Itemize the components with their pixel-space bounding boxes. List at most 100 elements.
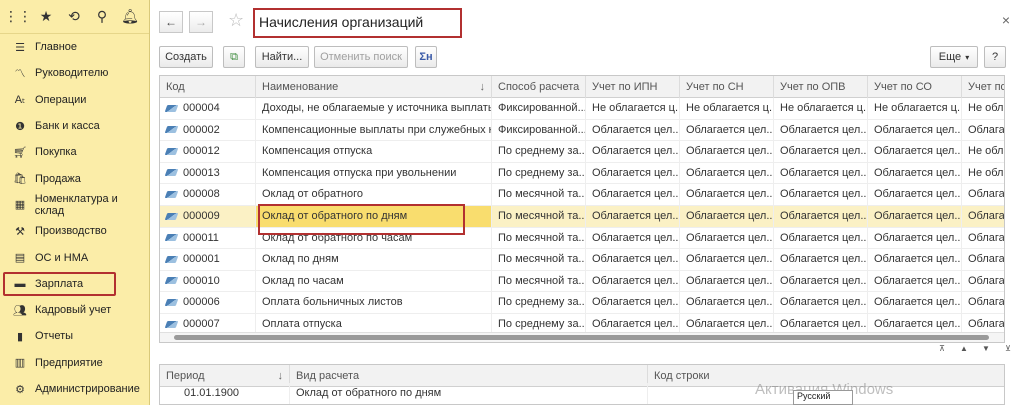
sidebar-top-icons: ⋮⋮ ★ ⟲ ⚲ 🔔︎ <box>0 0 149 34</box>
table-cell: По среднему за... <box>492 292 586 314</box>
close-icon[interactable]: × <box>1002 12 1010 28</box>
table-cell: Облагается цел... <box>774 119 868 141</box>
table-cell: Не облагается ц... <box>868 98 962 119</box>
sidebar-item[interactable]: ▮ Отчеты <box>0 323 149 349</box>
code-value: 000007 <box>183 318 220 330</box>
column-header[interactable]: Учет по СО <box>868 76 962 98</box>
sidebar-item-label: Номенклатура и склад <box>34 192 118 217</box>
sidebar-item[interactable]: ▥ Предприятие <box>0 350 149 376</box>
code-value: 000010 <box>183 274 220 287</box>
table-cell: Облагае <box>962 292 1004 313</box>
favorite-star-icon[interactable]: ☆ <box>228 10 244 31</box>
table-cell: 000001 <box>160 249 256 271</box>
sidebar-item[interactable]: 🛒︎ Покупка <box>0 139 149 165</box>
sidebar-item[interactable]: ▦ Номенклатура и склад <box>0 192 149 218</box>
table-row[interactable]: 000012 Компенсация отпуска По среднему за.… <box>160 141 1004 163</box>
table-cell: Оклад по часам <box>256 270 492 292</box>
history-icon[interactable]: ⟲ <box>60 3 88 31</box>
table-cell: Оклад от обратного <box>256 184 492 206</box>
table-row[interactable]: 000011 Оклад от обратного по часам По меся… <box>160 227 1004 250</box>
scroll-top-icon[interactable]: ⊼ <box>931 341 953 355</box>
sort-down-icon: ↓ <box>479 81 486 93</box>
table-row[interactable]: 000010 Оклад по часам По месячной та... Обл… <box>160 270 1004 293</box>
forward-button[interactable]: → <box>189 11 213 33</box>
scroll-thumb[interactable] <box>174 335 989 340</box>
scroll-down-icon[interactable]: ▼ <box>975 341 997 355</box>
copy-icon: ⧉ <box>230 50 238 63</box>
table-cell: Не обла <box>962 141 1004 162</box>
accrual-type-icon <box>164 126 179 134</box>
table-cell: Облагае <box>962 120 1004 141</box>
table-cell: Облагается цел... <box>774 270 868 292</box>
horizontal-scrollbar[interactable] <box>160 332 1004 342</box>
table-cell: По месячной та... <box>492 184 586 206</box>
code-value: 000004 <box>183 102 220 114</box>
more-label: Еще <box>938 51 962 63</box>
table-row[interactable]: 000013 Компенсация отпуска при увольнении… <box>160 162 1004 185</box>
sidebar-item[interactable]: 〽 Руководителю <box>0 60 149 86</box>
back-button[interactable]: ← <box>159 11 183 33</box>
table-cell: Облагается цел... <box>868 227 962 249</box>
table-cell: Облагается цел... <box>680 249 774 271</box>
sidebar-item-label: Зарплата <box>35 277 84 290</box>
help-button[interactable]: ? <box>984 46 1006 68</box>
copy-button[interactable]: ⧉ <box>223 46 245 68</box>
chevron-down-icon: ▾ <box>965 52 970 62</box>
column-header[interactable]: Учет по ИПН <box>586 76 680 98</box>
cancel-search-button[interactable]: Отменить поиск <box>314 46 408 68</box>
scroll-up-icon[interactable]: ▲ <box>953 341 975 355</box>
find-button[interactable]: Найти... <box>255 46 309 68</box>
table-row[interactable]: 000002 Компенсационные выплаты при служеб… <box>160 119 1004 142</box>
code-value: 000002 <box>183 123 220 136</box>
sidebar-item[interactable]: ❶ Банк и касса <box>0 113 149 139</box>
column-header[interactable]: Наименование ↓ <box>256 76 492 98</box>
more-button[interactable]: Еще ▾ <box>930 46 978 68</box>
sidebar-item[interactable]: ⚙ Администрирование <box>0 376 149 402</box>
accrual-type-icon <box>164 147 179 155</box>
enterprise-icon: ▥ <box>14 357 26 370</box>
table-cell: Облагается цел... <box>680 270 774 292</box>
column-header[interactable]: Учет по ОПВ <box>774 76 868 98</box>
sidebar-item-label: ОС и НМА <box>35 251 89 264</box>
table-cell: Облагается цел... <box>680 206 774 227</box>
table-row[interactable]: 000001 Оклад по дням По месячной та... Обла… <box>160 249 1004 271</box>
sidebar-item[interactable]: ⚒ Производство <box>0 218 149 244</box>
table-cell: 000012 <box>160 141 256 163</box>
sidebar-item[interactable]: Aₜ Операции <box>0 87 149 113</box>
search-icon[interactable]: ⚲ <box>88 3 116 31</box>
accrual-type-icon <box>164 320 179 328</box>
column-header[interactable]: Код <box>160 76 256 98</box>
scroll-bottom-icon[interactable]: ⊻ <box>997 341 1019 355</box>
sidebar-item[interactable]: ☰ Главное <box>0 34 149 60</box>
table-row[interactable]: 000008 Оклад от обратного По месячной та..… <box>160 184 1004 206</box>
apps-grid-icon[interactable]: ⋮⋮ <box>4 3 32 31</box>
table-cell: Облагается цел... <box>586 227 680 249</box>
table-row[interactable]: 000006 Оплата больничных листов По среднем… <box>160 292 1004 314</box>
back-arrow-icon: ← <box>165 15 177 29</box>
sidebar-item[interactable]: ▬ Зарплата <box>0 271 149 297</box>
table-cell: Облагается цел... <box>680 162 774 184</box>
sidebar-item[interactable]: 🛍︎ Продажа <box>0 165 149 191</box>
app-window: ⋮⋮ ★ ⟲ ⚲ 🔔︎ ☰ Главное 〽 Руководителю Aₜ Операции ❶… <box>0 0 1024 405</box>
create-button[interactable]: Создать <box>159 46 213 68</box>
sidebar-item[interactable]: 👥︎ Кадровый учет <box>0 297 149 323</box>
code-value: 000006 <box>183 296 220 309</box>
code-value: 000012 <box>183 145 220 158</box>
factory-icon: ⚒ <box>15 225 25 238</box>
table-row[interactable]: 000009 Оклад от обратного по дням По месяч… <box>160 206 1004 228</box>
column-header[interactable]: Способ расчета <box>492 76 586 98</box>
table-cell: 000008 <box>160 184 256 206</box>
table-cell: По среднему за... <box>492 141 586 163</box>
sidebar-item[interactable]: ▤ ОС и НМА <box>0 244 149 270</box>
sum-button[interactable]: Σн <box>415 46 437 68</box>
star-icon[interactable]: ★ <box>32 3 60 31</box>
bell-icon[interactable]: 🔔︎ <box>116 3 144 31</box>
table-cell: Не облагается ц... <box>586 98 680 119</box>
column-header[interactable]: Учет по СН <box>680 76 774 98</box>
column-header[interactable]: Учет по <box>962 76 1004 98</box>
reports-icon: ▮ <box>16 330 24 343</box>
main-panel: ← → ☆ Начисления организаций × Создать ⧉… <box>151 0 1024 405</box>
table-row[interactable]: 000004 Доходы, не облагаемые у источника … <box>160 98 1004 120</box>
table-cell: 01.01.1900 <box>160 383 290 404</box>
table-cell: По месячной та... <box>492 206 586 227</box>
